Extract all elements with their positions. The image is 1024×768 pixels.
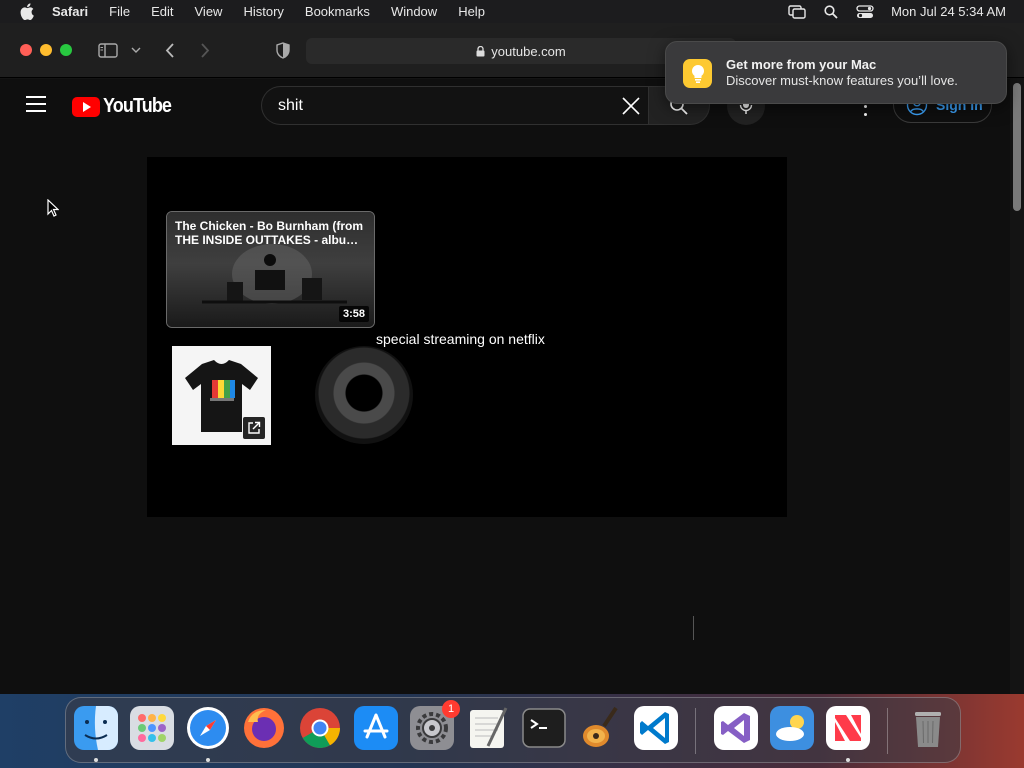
dock-separator-trash <box>887 708 888 754</box>
scrollbar-thumb[interactable] <box>1013 83 1021 211</box>
youtube-logo[interactable]: YouTube <box>72 95 179 118</box>
dock-firefox-icon[interactable] <box>242 706 286 750</box>
apple-icon[interactable] <box>20 3 34 20</box>
menu-window[interactable]: Window <box>391 4 437 19</box>
tips-notification[interactable]: Get more from your Mac Discover must-kno… <box>665 41 1007 104</box>
dock-weather-icon[interactable] <box>770 706 814 750</box>
notification-body: Discover must-know features you’ll love. <box>726 73 958 88</box>
menu-view[interactable]: View <box>195 4 223 19</box>
search-input[interactable] <box>278 95 608 117</box>
window-minimize-button[interactable] <box>40 44 52 56</box>
endscreen-video-title: The Chicken - Bo Burnham (from THE INSID… <box>175 219 364 247</box>
web-viewport: YouTube Sign in <box>0 79 1010 694</box>
dock: 1 <box>65 697 961 763</box>
youtube-play-icon <box>72 96 100 117</box>
dock-terminal-icon[interactable] <box>522 706 566 750</box>
settings-badge: 1 <box>442 700 460 718</box>
screen-mirroring-icon[interactable] <box>787 4 807 20</box>
youtube-logo-text: YouTube <box>103 95 172 117</box>
url-text: youtube.com <box>491 43 566 59</box>
external-link-icon[interactable] <box>243 417 265 439</box>
endscreen-video-card[interactable]: The Chicken - Bo Burnham (from THE INSID… <box>166 211 375 328</box>
dock-launchpad-icon[interactable] <box>130 706 174 750</box>
endscreen-channel-avatar[interactable] <box>315 346 413 444</box>
forward-chevron-icon[interactable] <box>198 40 212 60</box>
dock-trash-icon[interactable] <box>906 706 950 750</box>
dock-garageband-icon[interactable] <box>578 706 622 750</box>
dock-separator <box>695 708 696 754</box>
notification-title: Get more from your Mac <box>726 57 877 72</box>
menu-extras: Mon Jul 24 5:34 AM <box>773 0 1006 23</box>
dock-safari-icon[interactable] <box>186 706 230 750</box>
menu-edit[interactable]: Edit <box>151 4 173 19</box>
clear-search-icon[interactable] <box>620 95 642 117</box>
menu-history[interactable]: History <box>243 4 283 19</box>
menu-bar: Safari File Edit View History Bookmarks … <box>0 0 1024 23</box>
dock-textedit-icon[interactable] <box>466 706 510 750</box>
lock-icon <box>476 45 485 57</box>
news-running-indicator <box>846 758 850 762</box>
dock-chrome-icon[interactable] <box>298 706 342 750</box>
endscreen-video-duration: 3:58 <box>338 306 369 322</box>
tab-group-chevron-icon[interactable] <box>130 40 142 60</box>
window-close-button[interactable] <box>20 44 32 56</box>
finder-running-indicator <box>94 758 98 762</box>
mouse-pointer-icon <box>47 199 59 217</box>
window-zoom-button[interactable] <box>60 44 72 56</box>
dock-vscode-icon[interactable] <box>634 706 678 750</box>
sidebar-toggle-icon[interactable] <box>97 40 119 60</box>
dock-app-store-icon[interactable] <box>354 706 398 750</box>
menu-help[interactable]: Help <box>458 4 485 19</box>
dock-visual-studio-icon[interactable] <box>714 706 758 750</box>
back-chevron-icon[interactable] <box>162 40 176 60</box>
menu-app-name[interactable]: Safari <box>52 4 88 19</box>
spotlight-search-icon[interactable] <box>821 4 841 20</box>
search-box <box>261 86 648 125</box>
endscreen-merch-card[interactable] <box>172 346 271 445</box>
menu-bookmarks[interactable]: Bookmarks <box>305 4 370 19</box>
dock-finder-icon[interactable] <box>74 706 118 750</box>
dock-system-settings-icon[interactable]: 1 <box>410 700 460 750</box>
control-center-icon[interactable] <box>855 4 875 20</box>
privacy-shield-icon[interactable] <box>275 40 291 60</box>
endscreen-caption: special streaming on netflix <box>376 331 545 347</box>
dock-news-icon[interactable] <box>826 706 870 750</box>
guide-menu-icon[interactable] <box>26 96 46 112</box>
divider-line <box>693 616 694 640</box>
video-player[interactable]: The Chicken - Bo Burnham (from THE INSID… <box>147 157 787 517</box>
page-scrollbar[interactable] <box>1010 79 1024 694</box>
menu-file[interactable]: File <box>109 4 130 19</box>
safari-running-indicator <box>206 758 210 762</box>
menu-clock[interactable]: Mon Jul 24 5:34 AM <box>891 4 1006 19</box>
lightbulb-icon <box>683 59 712 88</box>
screen: Safari File Edit View History Bookmarks … <box>0 0 1024 768</box>
